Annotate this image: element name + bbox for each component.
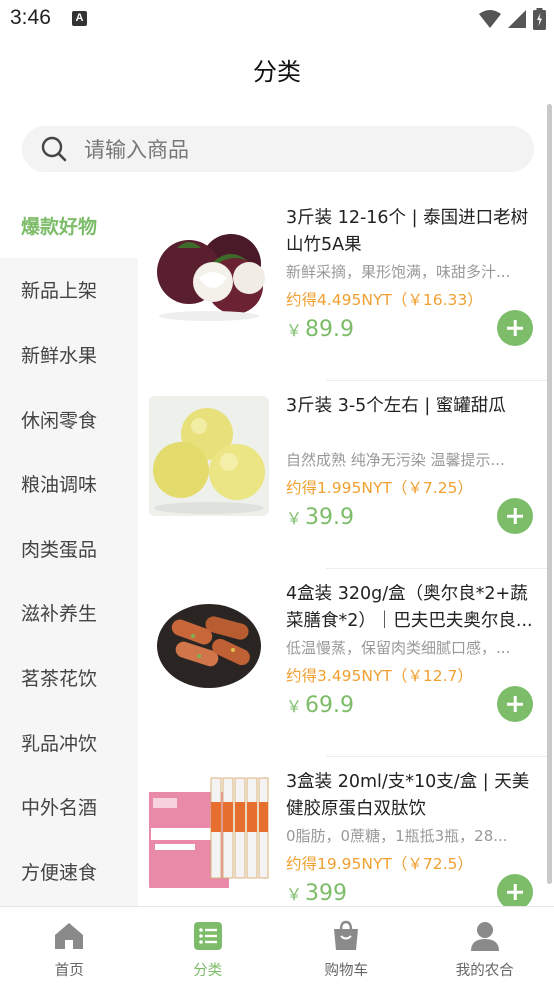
nav-label: 分类	[193, 963, 223, 979]
status-time: 3:46	[10, 6, 51, 29]
product-earn: 约得3.495NYT（￥12.7）	[286, 667, 473, 685]
currency-symbol: ￥	[286, 321, 303, 340]
sidebar-item-new[interactable]: 新品上架	[0, 258, 138, 323]
category-icon	[193, 922, 222, 950]
price-value: 399	[305, 881, 348, 906]
product-card[interactable]: 4盒装 320g/盒（奥尔良*2+蔬菜膳食*2）｜巴夫巴夫奥尔良... 低温慢蒸…	[138, 569, 548, 757]
product-earn: 约得19.95NYT（￥72.5）	[286, 855, 473, 873]
product-list: 3斤装 12-16个 | 泰国进口老树山竹5A果 新鲜采摘，果形饱满，味甜多汁.…	[138, 193, 548, 906]
product-card[interactable]: 3盒装 20ml/支*10支/盒 | 天美健胶原蛋白双肽饮 0脂肪，0蔗糖，1瓶…	[138, 757, 548, 906]
sausage-image[interactable]	[149, 584, 269, 704]
sidebar-item-tea[interactable]: 茗茶花饮	[0, 645, 138, 710]
nav-cart[interactable]: 购物车	[277, 907, 416, 984]
status-bar: 3:46 A	[0, 0, 554, 40]
product-price: ￥ 89.9	[286, 317, 354, 342]
sidebar-item-snacks[interactable]: 休闲零食	[0, 387, 138, 452]
add-to-cart-button[interactable]	[497, 498, 533, 534]
sidebar-item-meat-eggs[interactable]: 肉类蛋品	[0, 516, 138, 581]
sidebar-item-instant-food[interactable]: 方便速食	[0, 839, 138, 904]
melon-image[interactable]	[149, 396, 269, 516]
category-screen: 3:46 A 分类 请输入商品 爆款好物 新品上架 新鲜水果 休闲零食 粮油调味…	[0, 0, 554, 984]
user-icon	[470, 922, 499, 951]
mangosteen-image[interactable]	[149, 208, 269, 328]
product-desc: 低温慢蒸，保留肉类细腻口感，...	[286, 639, 511, 657]
sidebar-item-health[interactable]: 滋补养生	[0, 581, 138, 646]
product-price: ￥ 399	[286, 881, 347, 906]
notification-icon: A	[72, 11, 87, 26]
signal-icon	[508, 10, 526, 28]
add-to-cart-button[interactable]	[497, 686, 533, 722]
price-value: 39.9	[305, 505, 354, 530]
currency-symbol: ￥	[286, 885, 303, 904]
product-price: ￥ 39.9	[286, 505, 354, 530]
product-card[interactable]: 3斤装 3-5个左右 | 蜜罐甜瓜 自然成熟 纯净无污染 温馨提示... 约得1…	[138, 381, 548, 569]
search-icon	[41, 136, 67, 162]
home-icon	[55, 923, 84, 949]
nav-category[interactable]: 分类	[139, 907, 278, 984]
scrollbar[interactable]	[547, 104, 552, 884]
search-input[interactable]: 请输入商品	[22, 126, 534, 172]
product-desc: 0脂肪，0蔗糖，1瓶抵3瓶，28...	[286, 827, 508, 845]
add-to-cart-button[interactable]	[497, 874, 533, 906]
nav-profile[interactable]: 我的农合	[416, 907, 554, 984]
product-card[interactable]: 3斤装 12-16个 | 泰国进口老树山竹5A果 新鲜采摘，果形饱满，味甜多汁.…	[138, 193, 548, 381]
page-title: 分类	[253, 58, 301, 86]
price-value: 89.9	[305, 317, 354, 342]
nav-home[interactable]: 首页	[0, 907, 139, 984]
product-price: ￥ 69.9	[286, 693, 354, 718]
sidebar-item-grain-oil[interactable]: 粮油调味	[0, 451, 138, 516]
price-value: 69.9	[305, 693, 354, 718]
product-desc: 新鲜采摘，果形饱满，味甜多汁...	[286, 263, 511, 281]
product-title: 3斤装 3-5个左右 | 蜜罐甜瓜	[286, 396, 506, 416]
status-icons	[479, 8, 546, 30]
nav-label: 购物车	[324, 963, 369, 979]
sidebar-item-fruit[interactable]: 新鲜水果	[0, 322, 138, 387]
search-placeholder: 请输入商品	[84, 138, 189, 162]
shopping-bag-icon	[334, 920, 359, 950]
currency-symbol: ￥	[286, 509, 303, 528]
product-earn: 约得4.495NYT（￥16.33）	[286, 291, 483, 309]
wifi-icon	[479, 10, 501, 28]
product-earn: 约得1.995NYT（￥7.25）	[286, 479, 473, 497]
product-title: 3盒装 20ml/支*10支/盒 | 天美健胶原蛋白双肽饮	[286, 772, 530, 819]
sidebar-item-dairy[interactable]: 乳品冲饮	[0, 710, 138, 775]
product-desc: 自然成熟 纯净无污染 温馨提示...	[286, 451, 505, 469]
sidebar-item-liquor[interactable]: 中外名酒	[0, 774, 138, 839]
sidebar-item-hot[interactable]: 爆款好物	[0, 193, 138, 258]
add-to-cart-button[interactable]	[497, 310, 533, 346]
category-sidebar: 爆款好物 新品上架 新鲜水果 休闲零食 粮油调味 肉类蛋品 滋补养生 茗茶花饮 …	[0, 193, 138, 906]
battery-icon	[533, 8, 546, 30]
product-title: 4盒装 320g/盒（奥尔良*2+蔬菜膳食*2）｜巴夫巴夫奥尔良...	[286, 584, 533, 631]
bottom-nav: 首页 分类 购物车 我的农合	[0, 906, 554, 984]
product-title: 3斤装 12-16个 | 泰国进口老树山竹5A果	[286, 208, 529, 255]
currency-symbol: ￥	[286, 697, 303, 716]
nav-label: 首页	[54, 963, 84, 979]
collagen-drink-image[interactable]	[149, 772, 269, 892]
nav-label: 我的农合	[455, 963, 514, 979]
